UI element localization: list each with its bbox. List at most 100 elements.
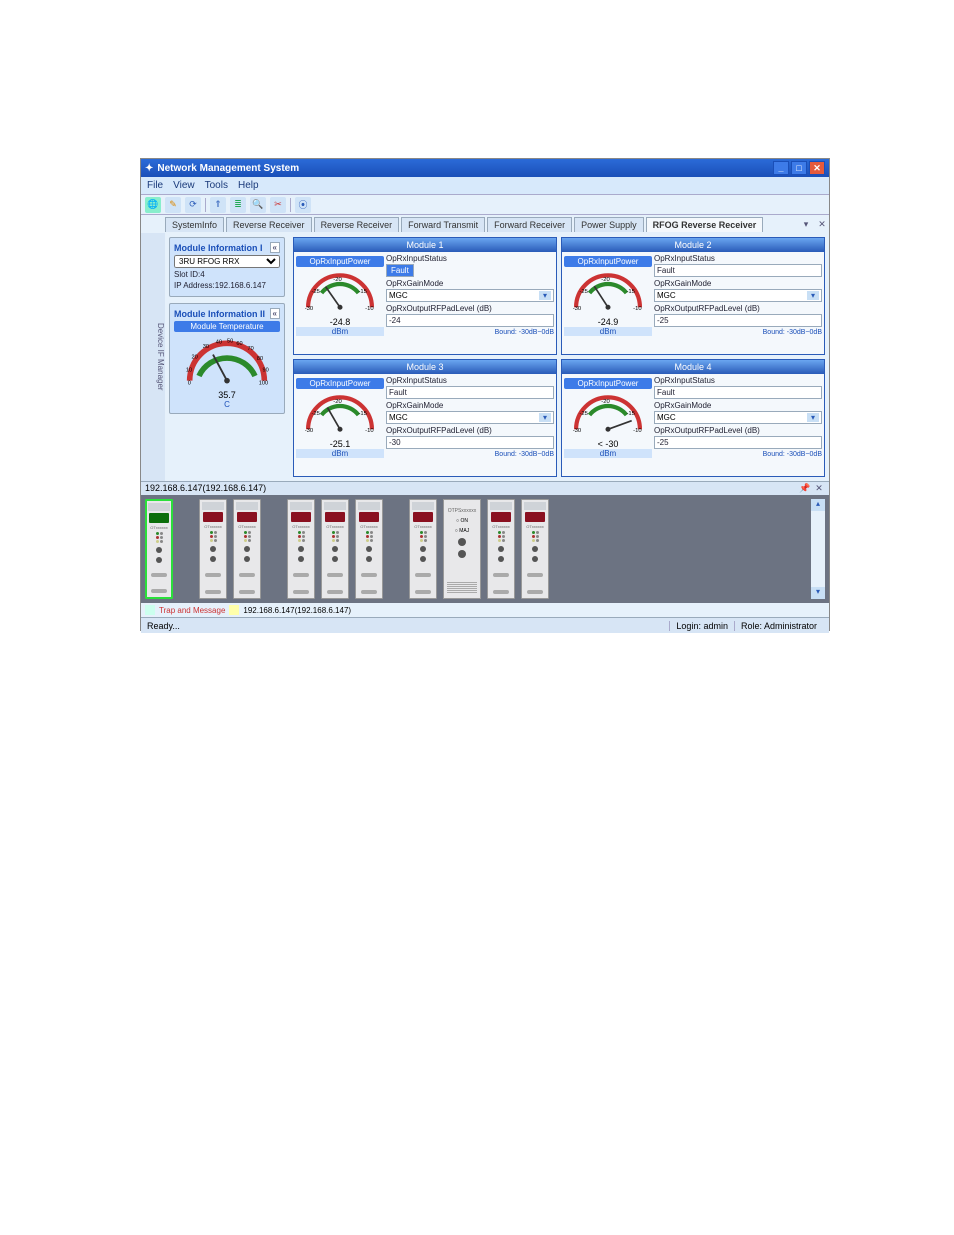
led-block: [532, 531, 539, 542]
nav-list-icon[interactable]: ≣: [230, 197, 246, 213]
device-card[interactable]: OTxxxxxx: [487, 499, 515, 599]
port-slot-icon: [239, 573, 255, 577]
module-panel: Module 1 OpRxInputPower -30 -25 -20 -15 …: [293, 237, 557, 355]
message-bar: Trap and Message 192.168.6.147(192.168.6…: [141, 603, 829, 617]
tab-close-icon[interactable]: ✕: [815, 219, 829, 230]
svg-text:90: 90: [262, 367, 268, 373]
menubar: File View Tools Help: [141, 177, 829, 195]
display-icon: [291, 512, 311, 522]
status-ready: Ready...: [147, 621, 180, 631]
tab-systeminfo[interactable]: SystemInfo: [165, 217, 224, 232]
vendor-logo-icon: [524, 502, 546, 510]
strip-scrollbar[interactable]: ▴ ▾: [811, 499, 825, 599]
module-panel: Module 2 OpRxInputPower -30 -25 -20 -15 …: [561, 237, 825, 355]
input-power-gauge: -30 -25 -20 -15 -10: [298, 391, 382, 439]
tab-forward-receiver[interactable]: Forward Receiver: [487, 217, 572, 232]
cut-icon[interactable]: ✂: [270, 197, 286, 213]
window-title: Network Management System: [157, 163, 299, 174]
globe-icon[interactable]: 🌐: [145, 197, 161, 213]
module-header: Module 2: [562, 238, 824, 252]
gain-mode-select[interactable]: MGC▾: [654, 289, 822, 302]
led-block: [156, 532, 163, 543]
device-card[interactable]: OTxxxxxx: [321, 499, 349, 599]
port-slot-icon: [205, 573, 221, 577]
svg-text:50: 50: [227, 338, 233, 344]
svg-text:10: 10: [186, 367, 192, 373]
menu-tools[interactable]: Tools: [205, 180, 228, 191]
toolbar: 🌐 ✎ ⟳ ⇑ ≣ 🔍 ✂ ⦿: [141, 195, 829, 215]
device-card[interactable]: OTxxxxxx: [521, 499, 549, 599]
vendor-logo-icon: [202, 502, 224, 510]
gain-mode-select[interactable]: MGC▾: [386, 411, 554, 424]
plug-icon: [458, 550, 466, 558]
vendor-logo-icon: [290, 502, 312, 510]
maximize-button[interactable]: □: [791, 161, 807, 175]
collapse-icon[interactable]: «: [270, 242, 280, 253]
input-power-label: OpRxInputPower: [296, 378, 384, 389]
port-slot-icon: [205, 590, 221, 594]
strip-header-text: 192.168.6.147(192.168.6.147): [145, 483, 266, 494]
menu-help[interactable]: Help: [238, 180, 259, 191]
tab-power-supply[interactable]: Power Supply: [574, 217, 644, 232]
svg-text:70: 70: [248, 346, 254, 352]
chevron-down-icon: ▾: [807, 413, 819, 422]
search-icon[interactable]: 🔍: [250, 197, 266, 213]
stop-icon[interactable]: ⦿: [295, 197, 311, 213]
port-slot-icon: [493, 590, 509, 594]
led-block: [244, 531, 251, 542]
rf-pad-value[interactable]: -25: [654, 436, 822, 449]
device-card[interactable]: OTxxxxxx: [287, 499, 315, 599]
scroll-down-icon[interactable]: ▾: [811, 587, 825, 599]
tab-rfog-reverse-receiver[interactable]: RFOG Reverse Receiver: [646, 217, 764, 232]
ip-icon: [229, 605, 239, 615]
input-status-value: Fault: [386, 386, 554, 399]
tab-forward-transmit[interactable]: Forward Transmit: [401, 217, 485, 232]
port-slot-icon: [527, 590, 543, 594]
device-card[interactable]: OTxxxxxx: [145, 499, 173, 599]
device-card[interactable]: OTxxxxxx: [199, 499, 227, 599]
slot-id-label: Slot ID:4: [174, 270, 280, 279]
svg-text:-20: -20: [333, 399, 342, 405]
knob-icon: [332, 546, 338, 552]
port-slot-icon: [239, 590, 255, 594]
menu-file[interactable]: File: [147, 180, 163, 191]
close-button[interactable]: ✕: [809, 161, 825, 175]
rf-pad-value[interactable]: -30: [386, 436, 554, 449]
device-if-manager-handle[interactable]: Device IF Manager: [141, 233, 165, 481]
collapse-icon[interactable]: «: [270, 308, 280, 319]
device-card[interactable]: OTxxxxxx: [355, 499, 383, 599]
device-select[interactable]: 3RU RFOG RRX: [174, 255, 280, 268]
display-icon: [359, 512, 379, 522]
rf-pad-value[interactable]: -25: [654, 314, 822, 327]
gain-mode-label: OpRxGainMode: [654, 401, 822, 410]
wand-icon[interactable]: ✎: [165, 197, 181, 213]
scroll-up-icon[interactable]: ▴: [811, 499, 825, 511]
rf-pad-label: OpRxOutputRFPadLevel (dB): [386, 426, 554, 435]
gain-mode-select[interactable]: MGC▾: [654, 411, 822, 424]
minimize-button[interactable]: _: [773, 161, 789, 175]
tab-reverse-receiver-1[interactable]: Reverse Receiver: [226, 217, 312, 232]
gain-mode-select[interactable]: MGC▾: [386, 289, 554, 302]
input-power-gauge: -30 -25 -20 -15 -10: [566, 269, 650, 317]
display-icon: [203, 512, 223, 522]
port-slot-icon: [327, 590, 343, 594]
strip-close-icon[interactable]: ✕: [813, 483, 825, 494]
port-slot-icon: [527, 573, 543, 577]
rf-pad-value[interactable]: -24: [386, 314, 554, 327]
rf-pad-label: OpRxOutputRFPadLevel (dB): [654, 304, 822, 313]
device-card[interactable]: OTxxxxxx: [233, 499, 261, 599]
menu-view[interactable]: View: [173, 180, 195, 191]
nav-up-icon[interactable]: ⇑: [210, 197, 226, 213]
svg-text:-15: -15: [626, 289, 635, 295]
input-power-label: OpRxInputPower: [564, 256, 652, 267]
refresh-icon[interactable]: ⟳: [185, 197, 201, 213]
input-status-label: OpRxInputStatus: [654, 254, 822, 263]
port-slot-icon: [415, 573, 431, 577]
strip-pin-icon[interactable]: 📌: [799, 483, 811, 494]
module-panel: Module 4 OpRxInputPower -30 -25 -20 -15 …: [561, 359, 825, 477]
module-panel: Module 3 OpRxInputPower -30 -25 -20 -15 …: [293, 359, 557, 477]
power-supply-card[interactable]: OTPSxxxxxx○ ON○ MAJ: [443, 499, 481, 599]
tab-reverse-receiver-2[interactable]: Reverse Receiver: [314, 217, 400, 232]
tab-dropdown-icon[interactable]: ▾: [799, 219, 813, 230]
device-card[interactable]: OTxxxxxx: [409, 499, 437, 599]
